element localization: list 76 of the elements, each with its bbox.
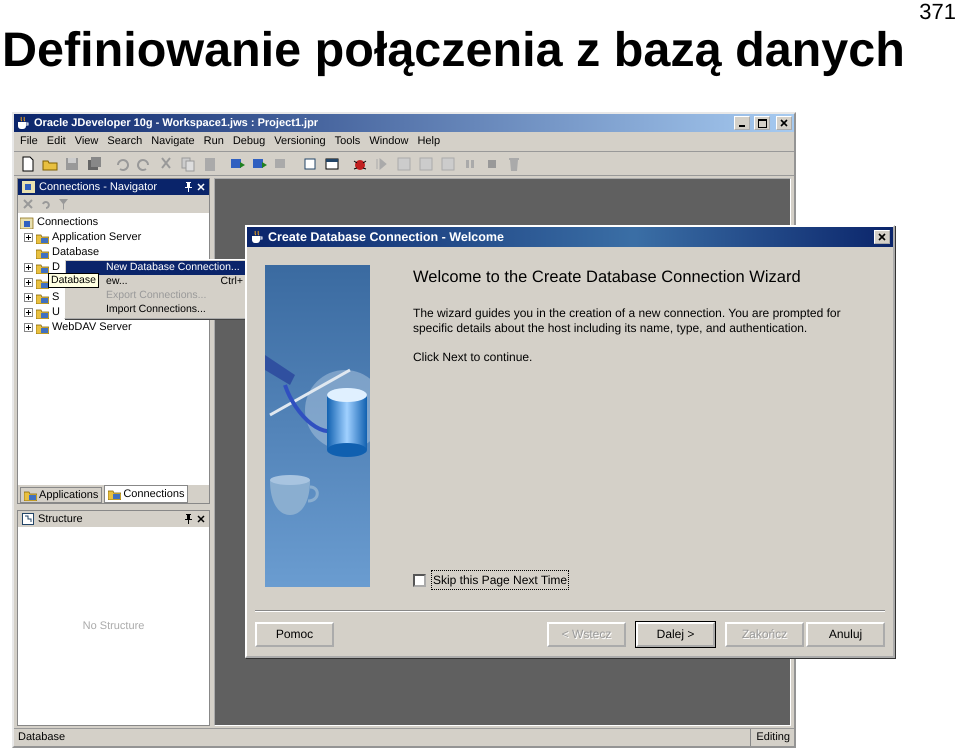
maximize-icon [758,118,766,128]
maximize-button[interactable] [754,116,770,130]
window-icon[interactable] [324,156,340,172]
folder-icon [108,488,122,500]
folder-icon [36,322,49,334]
minimize-button[interactable] [734,116,750,130]
expand-icon[interactable] [24,323,33,332]
tree-item-label[interactable]: S [52,289,60,306]
folder-icon [24,489,37,501]
menu-item[interactable]: Import Connections... [66,303,245,317]
copy-icon[interactable] [180,156,196,172]
tree-item-label[interactable]: Application Server [52,229,142,246]
expand-icon[interactable] [24,263,33,272]
close-button[interactable] [874,230,890,244]
menu-item[interactable]: Help [417,133,440,150]
menu-item[interactable]: Edit [46,133,66,150]
page-icon[interactable] [20,156,36,172]
menu-item[interactable]: Search [107,133,142,150]
tree-item-label[interactable]: Connections [37,214,98,231]
close-icon [780,119,788,127]
panel-tab[interactable]: Connections [104,485,188,503]
tree-item-label[interactable]: D [52,259,60,276]
disks-icon[interactable] [86,156,102,172]
menu-item[interactable]: Versioning [274,133,326,150]
dialog-title: Create Database Connection - Welcome [268,228,505,246]
shortcut-text: Ctrl+ [220,274,243,290]
panel-title: Structure [38,512,84,527]
close-button[interactable] [776,116,792,130]
dialog-button[interactable]: Dalej > [636,622,715,646]
menu-item[interactable]: Debug [232,133,266,150]
coffee-cup-icon [250,230,264,244]
menu-item[interactable]: Window [369,133,408,150]
menu-item[interactable]: View [74,133,98,150]
window-title: Oracle JDeveloper 10g - Workspace1.jws : Project1.jpr [34,116,320,131]
menu-item[interactable]: Navigate [151,133,195,150]
tree-item-label[interactable]: U [52,304,60,321]
close-icon [878,233,886,241]
structure-icon [22,513,34,525]
expand-icon[interactable] [24,233,33,242]
wizard-heading: Welcome to the Create Database Connection Wizard [413,267,802,288]
coffee-cup-icon [16,116,30,130]
folder-icon [36,246,49,258]
description-text: The wizard guides you in the creation of a new connection. You are prompted for specific details about the host including its name, type, and authentication. [413,306,842,336]
expand-icon[interactable] [24,308,33,317]
menu-item[interactable]: Run [204,133,224,150]
expand-icon[interactable] [24,293,33,302]
folder-icon [36,262,49,274]
pin-icon[interactable] [184,182,193,192]
panel-title: Connections - Navigator [39,180,158,195]
tooltip: Database [48,273,99,288]
menu-item[interactable]: File [20,133,38,150]
description-text: Click Next to continue. [413,350,534,365]
menu-item[interactable]: New Database Connection... [66,261,245,275]
tree-item-label[interactable]: WebDAV Server [52,319,132,336]
slide-title: Definiowanie połączenia z bazą danych [1,22,905,74]
page-number: 371 [919,0,956,24]
connections-icon [20,216,34,228]
folder-icon [36,276,49,288]
status-text: Database [18,730,66,746]
tree-item-label[interactable]: Database [52,244,100,261]
checkbox-label[interactable]: Skip this Page Next Time [431,570,570,590]
window-icon[interactable] [302,156,318,172]
dialog-button[interactable]: Pomoc [255,622,334,646]
folder-icon [36,292,49,304]
status-text: Editing [750,729,790,746]
close-icon[interactable] [197,515,205,523]
folder-icon [36,306,49,318]
empty-message: No Structure [82,618,144,634]
folder-icon [36,232,49,244]
menu-item[interactable]: Tools [334,133,360,150]
panel-tab[interactable]: Applications [20,487,102,503]
pin-icon[interactable] [184,514,193,524]
expand-icon[interactable] [24,278,33,287]
dialog-button[interactable]: Anuluj [806,622,885,646]
connections-icon [22,181,35,193]
checkbox[interactable] [413,574,426,586]
